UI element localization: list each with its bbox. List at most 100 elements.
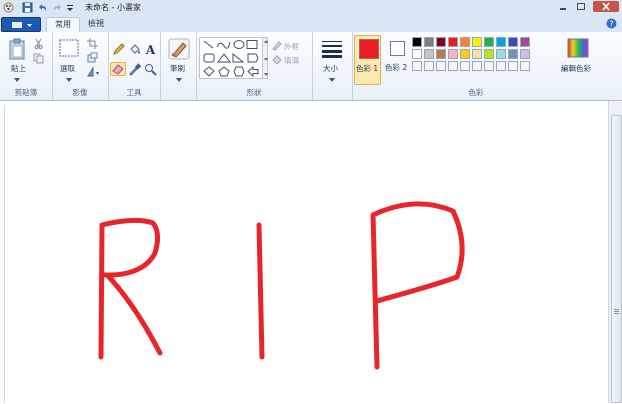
resize-icon[interactable] — [87, 52, 98, 63]
select-button-label[interactable]: 選取 — [60, 63, 75, 74]
palette-swatch[interactable] — [496, 49, 506, 59]
shapes-gallery-scroll[interactable] — [262, 37, 268, 79]
minimize-button[interactable] — [556, 1, 570, 12]
palette-swatch[interactable] — [448, 49, 458, 59]
brush-icon[interactable] — [168, 38, 190, 60]
palette-swatch[interactable] — [412, 49, 422, 59]
ribbon-tabs: 常用 檢視 ? — [0, 16, 622, 33]
palette-custom-slot[interactable] — [508, 61, 518, 71]
size-icon[interactable] — [321, 40, 343, 58]
paint-menu-button[interactable] — [1, 17, 41, 32]
outline-icon[interactable] — [271, 40, 282, 51]
pencil-icon[interactable] — [112, 43, 125, 56]
palette-custom-slot[interactable] — [448, 61, 458, 71]
letter-r-stroke — [98, 217, 163, 360]
paste-button-label[interactable]: 貼上 — [11, 63, 26, 74]
edit-colors-icon[interactable] — [567, 38, 589, 58]
color2-swatch — [390, 41, 405, 56]
palette-swatch[interactable] — [424, 37, 434, 47]
letter-i-stroke — [256, 222, 265, 360]
palette-custom-slot[interactable] — [520, 61, 530, 71]
palette-swatch[interactable] — [436, 37, 446, 47]
palette-swatch[interactable] — [484, 49, 494, 59]
image-group-label: 影像 — [72, 88, 88, 97]
palette-swatch[interactable] — [508, 49, 518, 59]
tools-group: A 工具 — [108, 32, 161, 100]
color1-button[interactable]: 色彩 1 — [354, 35, 381, 85]
palette-swatch[interactable] — [448, 37, 458, 47]
colors-group-label: 色彩 — [468, 88, 484, 97]
palette-custom-slot[interactable] — [436, 61, 446, 71]
palette-custom-slot[interactable] — [460, 61, 470, 71]
size-group: 大小 — [312, 32, 353, 100]
eraser-icon[interactable] — [110, 62, 126, 76]
palette-swatch[interactable] — [424, 49, 434, 59]
paint-app-icon[interactable] — [3, 2, 14, 13]
palette-custom-slot[interactable] — [484, 61, 494, 71]
palette-swatch[interactable] — [460, 49, 470, 59]
undo-icon[interactable] — [37, 2, 48, 13]
close-button[interactable] — [593, 1, 619, 12]
maximize-button[interactable] — [574, 1, 588, 12]
chevron-down-icon[interactable] — [14, 75, 20, 82]
clipboard-group: 貼上 剪貼簿 — [0, 32, 53, 100]
redo-icon[interactable] — [52, 2, 63, 13]
chevron-down-icon[interactable] — [66, 75, 72, 82]
rotate-icon[interactable] — [87, 66, 100, 77]
magnifier-icon[interactable] — [144, 63, 157, 76]
palette-swatch[interactable] — [496, 37, 506, 47]
select-icon[interactable] — [59, 39, 79, 57]
fill-icon[interactable] — [128, 43, 141, 56]
brushes-group: 筆刷 — [160, 32, 197, 100]
palette-custom-slot[interactable] — [424, 61, 434, 71]
fill-button-label[interactable]: 填滿 — [284, 55, 299, 66]
palette-custom-slot[interactable] — [412, 61, 422, 71]
palette-swatch[interactable] — [436, 49, 446, 59]
copy-icon[interactable] — [33, 53, 44, 64]
ribbon: 貼上 剪貼簿 選取 影像 A 工具 筆刷 外框 填滿 形狀 大小 色彩 1 色彩… — [0, 32, 622, 101]
shapes-gallery — [199, 37, 263, 79]
palette-swatch[interactable] — [412, 37, 422, 47]
text-icon[interactable]: A — [144, 43, 157, 57]
palette-swatch[interactable] — [460, 37, 470, 47]
palette-swatch[interactable] — [472, 49, 482, 59]
svg-text:?: ? — [609, 20, 613, 29]
fill-style-icon[interactable] — [271, 54, 282, 65]
palette-swatch[interactable] — [484, 37, 494, 47]
palette-swatch[interactable] — [472, 37, 482, 47]
palette-swatch[interactable] — [520, 37, 530, 47]
cut-icon[interactable] — [33, 38, 44, 49]
clipboard-group-label: 剪貼簿 — [14, 88, 38, 97]
palette-custom-slot[interactable] — [496, 61, 506, 71]
canvas-area — [0, 101, 622, 403]
palette-swatch[interactable] — [520, 49, 530, 59]
colors-group: 色彩 1 色彩 2 編輯色彩 色彩 — [352, 32, 600, 100]
size-button-label[interactable]: 大小 — [323, 63, 338, 74]
color2-button[interactable]: 色彩 2 — [384, 35, 411, 85]
brushes-button-label[interactable]: 筆刷 — [170, 63, 185, 74]
outline-button-label[interactable]: 外框 — [284, 41, 299, 52]
shapes-group-label: 形狀 — [246, 88, 262, 97]
letter-p-stroke — [370, 201, 465, 370]
color2-label: 色彩 2 — [385, 63, 408, 72]
paste-icon[interactable] — [8, 38, 26, 60]
save-icon[interactable] — [22, 2, 33, 13]
edit-colors-button-label[interactable]: 編輯色彩 — [561, 63, 591, 74]
chevron-down-icon[interactable] — [329, 75, 335, 82]
quick-access-dropdown-icon[interactable] — [66, 2, 74, 13]
chevron-down-icon[interactable] — [176, 75, 182, 82]
palette-swatch[interactable] — [508, 37, 518, 47]
help-icon[interactable]: ? — [606, 18, 617, 29]
image-group: 選取 影像 — [52, 32, 109, 100]
tools-group-label: 工具 — [126, 88, 142, 97]
tab-view[interactable]: 檢視 — [80, 17, 112, 32]
color-picker-icon[interactable] — [128, 63, 142, 76]
drawing-canvas[interactable] — [4, 105, 607, 403]
crop-icon[interactable] — [87, 38, 98, 49]
tab-home[interactable]: 常用 — [46, 17, 80, 33]
scrollbar-thumb[interactable] — [611, 115, 622, 403]
palette-custom-slot[interactable] — [472, 61, 482, 71]
vertical-scrollbar[interactable] — [608, 101, 622, 403]
svg-text:A: A — [145, 43, 156, 56]
shapes-group: 外框 填滿 形狀 — [196, 32, 313, 100]
